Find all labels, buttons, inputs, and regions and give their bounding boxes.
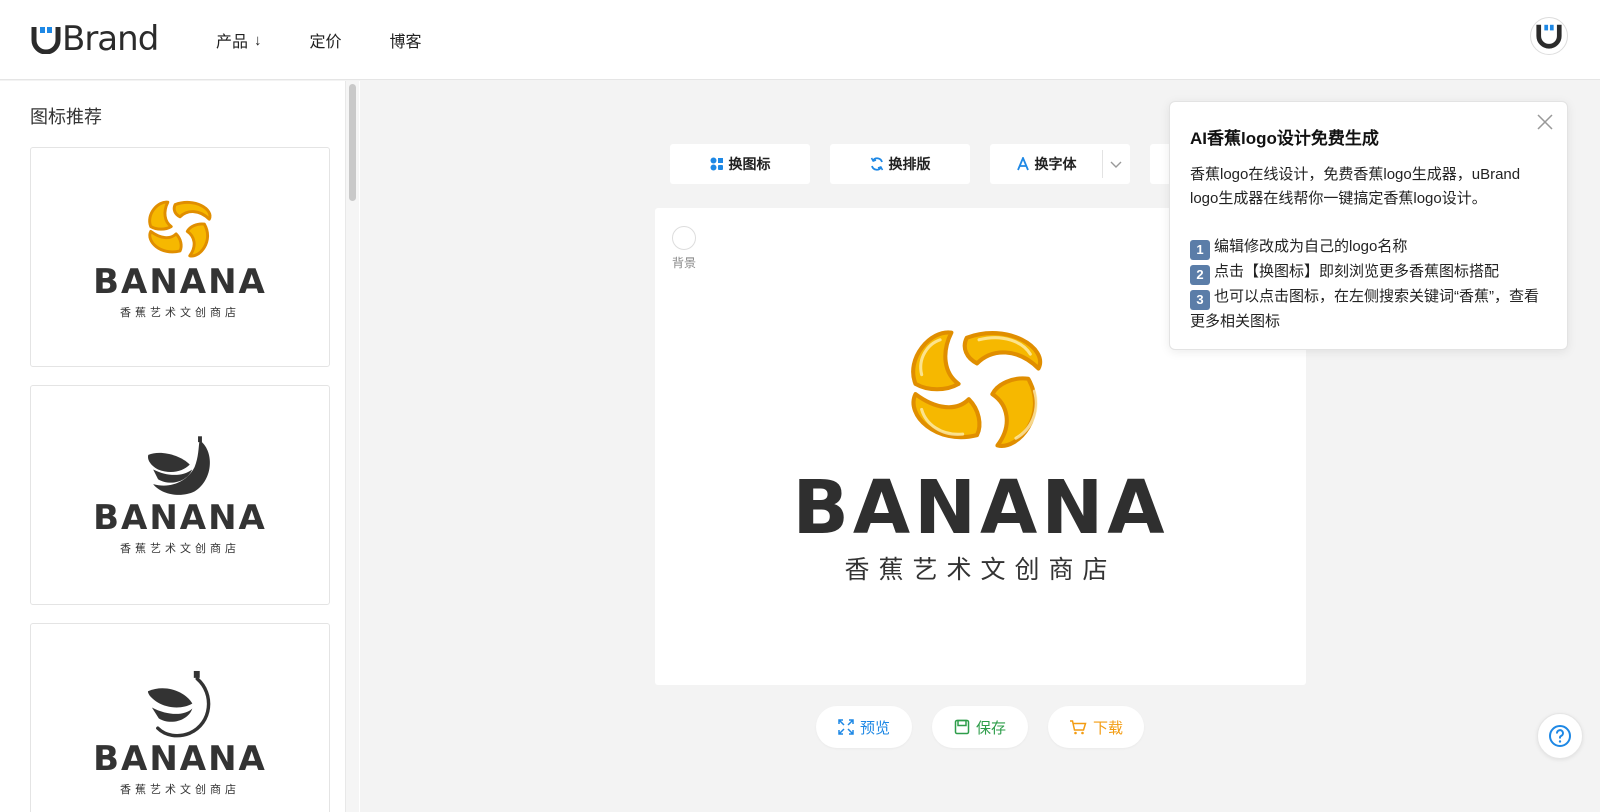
download-button[interactable]: 下载 bbox=[1048, 706, 1144, 748]
step-text: 点击【换图标】即刻浏览更多香蕉图标搭配 bbox=[1214, 263, 1500, 280]
card-brand-text: BANANA bbox=[93, 739, 267, 779]
sidebar-title: 图标推荐 bbox=[30, 107, 102, 127]
main-nav: 产品 ↓ 定价 博客 bbox=[216, 28, 470, 52]
recommend-card-3[interactable]: BANANA 香蕉艺术文创商店 bbox=[30, 623, 330, 812]
change-layout-label: 换排版 bbox=[888, 156, 931, 172]
nav-products[interactable]: 产品 ↓ bbox=[216, 28, 262, 52]
logo-brand-text[interactable]: BANANA bbox=[655, 468, 1306, 548]
font-a-icon bbox=[1016, 157, 1030, 171]
preview-button[interactable]: 预览 bbox=[816, 706, 912, 748]
top-header: Brand 产品 ↓ 定价 博客 bbox=[0, 0, 1600, 80]
step-text: 编辑修改成为自己的logo名称 bbox=[1214, 238, 1408, 255]
change-layout-button[interactable]: 换排版 bbox=[830, 144, 970, 184]
nav-blog[interactable]: 博客 bbox=[390, 28, 422, 52]
card-brand-text: BANANA bbox=[93, 262, 267, 302]
step-number-badge: 3 bbox=[1190, 290, 1210, 310]
scrollbar-thumb[interactable] bbox=[349, 84, 356, 201]
step-text: 也可以点击图标，在左侧搜索关键词“香蕉”，查看更多相关图标 bbox=[1190, 288, 1539, 330]
save-button[interactable]: 保存 bbox=[932, 706, 1028, 748]
ubrand-logo[interactable]: Brand bbox=[31, 19, 159, 59]
change-icon-button[interactable]: 换图标 bbox=[670, 144, 810, 184]
black-banana-bunch-icon bbox=[148, 436, 210, 495]
floppy-disk-icon bbox=[954, 719, 970, 735]
recommend-card-1[interactable]: BANANA 香蕉艺术文创商店 bbox=[30, 147, 330, 367]
help-button[interactable] bbox=[1537, 713, 1583, 759]
tips-step-2: 2 点击【换图标】即刻浏览更多香蕉图标搭配 bbox=[1190, 260, 1547, 285]
step-number-badge: 2 bbox=[1190, 265, 1210, 285]
logo-text: Brand bbox=[62, 19, 159, 59]
change-icon-label: 换图标 bbox=[728, 156, 771, 172]
preview-label: 预览 bbox=[859, 719, 890, 737]
background-label: 背景 bbox=[672, 256, 697, 270]
divider bbox=[1102, 150, 1103, 178]
change-font-label: 换字体 bbox=[1034, 156, 1077, 172]
chevron-down-icon[interactable] bbox=[1109, 157, 1123, 174]
expand-icon bbox=[838, 719, 854, 735]
ubrand-u-mark-icon bbox=[31, 27, 61, 54]
icon-recommend-sidebar: 图标推荐 BANANA 香蕉艺术文创商店 BANANA 香蕉艺术文创商店 BAN… bbox=[0, 81, 360, 812]
card-brand-text: BANANA bbox=[93, 498, 267, 538]
black-banana-outline-icon bbox=[147, 670, 211, 738]
change-font-button[interactable]: 换字体 bbox=[990, 144, 1130, 184]
logo-tagline-text[interactable]: 香蕉艺术文创商店 bbox=[655, 550, 1306, 586]
tips-title: AI香蕉logo设计免费生成 bbox=[1190, 129, 1379, 148]
ubrand-avatar-icon bbox=[1536, 24, 1562, 49]
yellow-banana-swirl-icon bbox=[148, 200, 212, 258]
arrow-down-icon: ↓ bbox=[254, 31, 262, 49]
close-icon[interactable] bbox=[1535, 112, 1555, 132]
tips-step-3: 3 也可以点击图标，在左侧搜索关键词“香蕉”，查看更多相关图标 bbox=[1190, 285, 1547, 334]
step-number-badge: 1 bbox=[1190, 240, 1210, 260]
tips-popover: AI香蕉logo设计免费生成 香蕉logo在线设计，免费香蕉logo生成器，uB… bbox=[1169, 101, 1568, 350]
recommend-card-2[interactable]: BANANA 香蕉艺术文创商店 bbox=[30, 385, 330, 605]
user-avatar[interactable] bbox=[1530, 17, 1568, 55]
card-tagline: 香蕉艺术文创商店 bbox=[120, 784, 240, 796]
card-tagline: 香蕉艺术文创商店 bbox=[120, 307, 240, 319]
question-circle-icon bbox=[1549, 725, 1571, 747]
shapes-icon bbox=[710, 157, 724, 171]
sidebar-scrollbar[interactable] bbox=[345, 81, 359, 812]
save-label: 保存 bbox=[975, 719, 1006, 737]
refresh-icon bbox=[870, 157, 884, 171]
banana-swirl-logo-icon[interactable] bbox=[895, 316, 1059, 462]
tips-step-1: 1 编辑修改成为自己的logo名称 bbox=[1190, 235, 1547, 260]
shopping-cart-icon bbox=[1069, 719, 1087, 735]
nav-products-label: 产品 bbox=[216, 34, 249, 51]
background-color-swatch[interactable] bbox=[672, 226, 696, 250]
tips-intro: 香蕉logo在线设计，免费香蕉logo生成器，uBrand logo生成器在线帮… bbox=[1190, 166, 1521, 207]
download-label: 下载 bbox=[1092, 719, 1123, 737]
nav-pricing[interactable]: 定价 bbox=[310, 28, 342, 52]
card-tagline: 香蕉艺术文创商店 bbox=[120, 543, 240, 555]
